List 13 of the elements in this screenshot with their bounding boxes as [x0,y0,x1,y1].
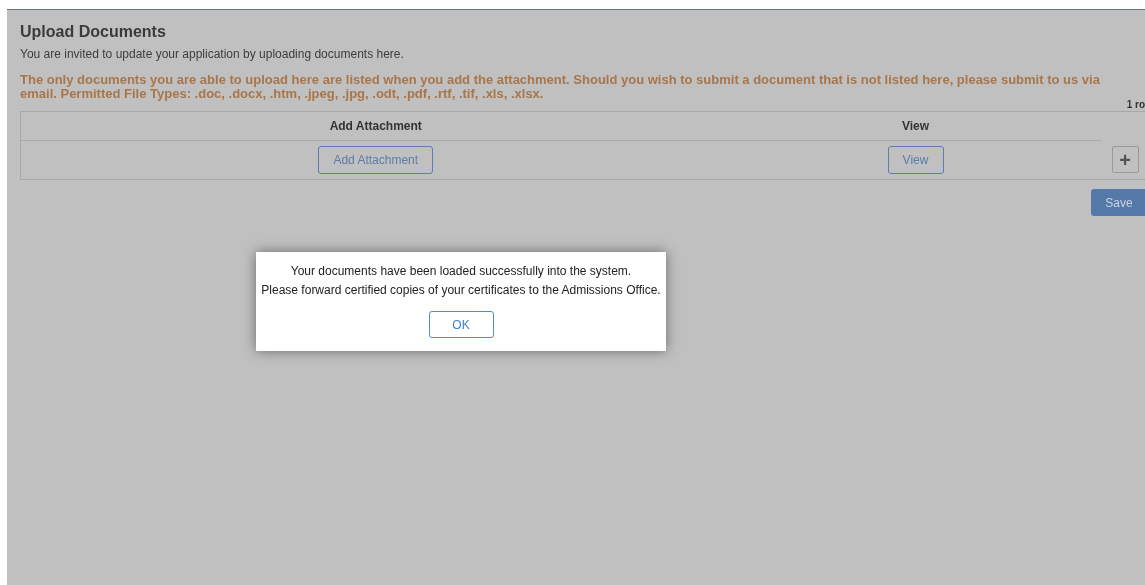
dialog-message: Your documents have been loaded successfully into the system. [290,264,632,279]
add-attachment-button[interactable]: Add Attachment [318,146,434,174]
row-count: 1 ro [1126,99,1145,111]
add-row-button[interactable]: + [1111,146,1139,174]
ok-button[interactable]: OK [428,311,494,338]
dialog-message: Please forward certified copies of your certificates to the Admissions Office. [261,283,661,298]
file-types-notice: The only documents you are able to upload here are listed when you add the attachment. Should you wish to submit a document that is not listed here, please submit to us via email. Permitted File Types: .doc, .docx, .htm, .jpeg, .jpg, .odt, .pdf, .rtf, .tif, .xls, .xlsx. [20,73,1101,101]
intro-text: You are invited to update your application by uploading documents here. [20,46,405,62]
view-button[interactable]: View [887,146,944,174]
save-button[interactable]: Save [1091,189,1145,216]
page-title: Upload Documents [20,22,167,42]
column-header: Add Attachment [329,119,422,133]
column-header: View [901,119,930,133]
